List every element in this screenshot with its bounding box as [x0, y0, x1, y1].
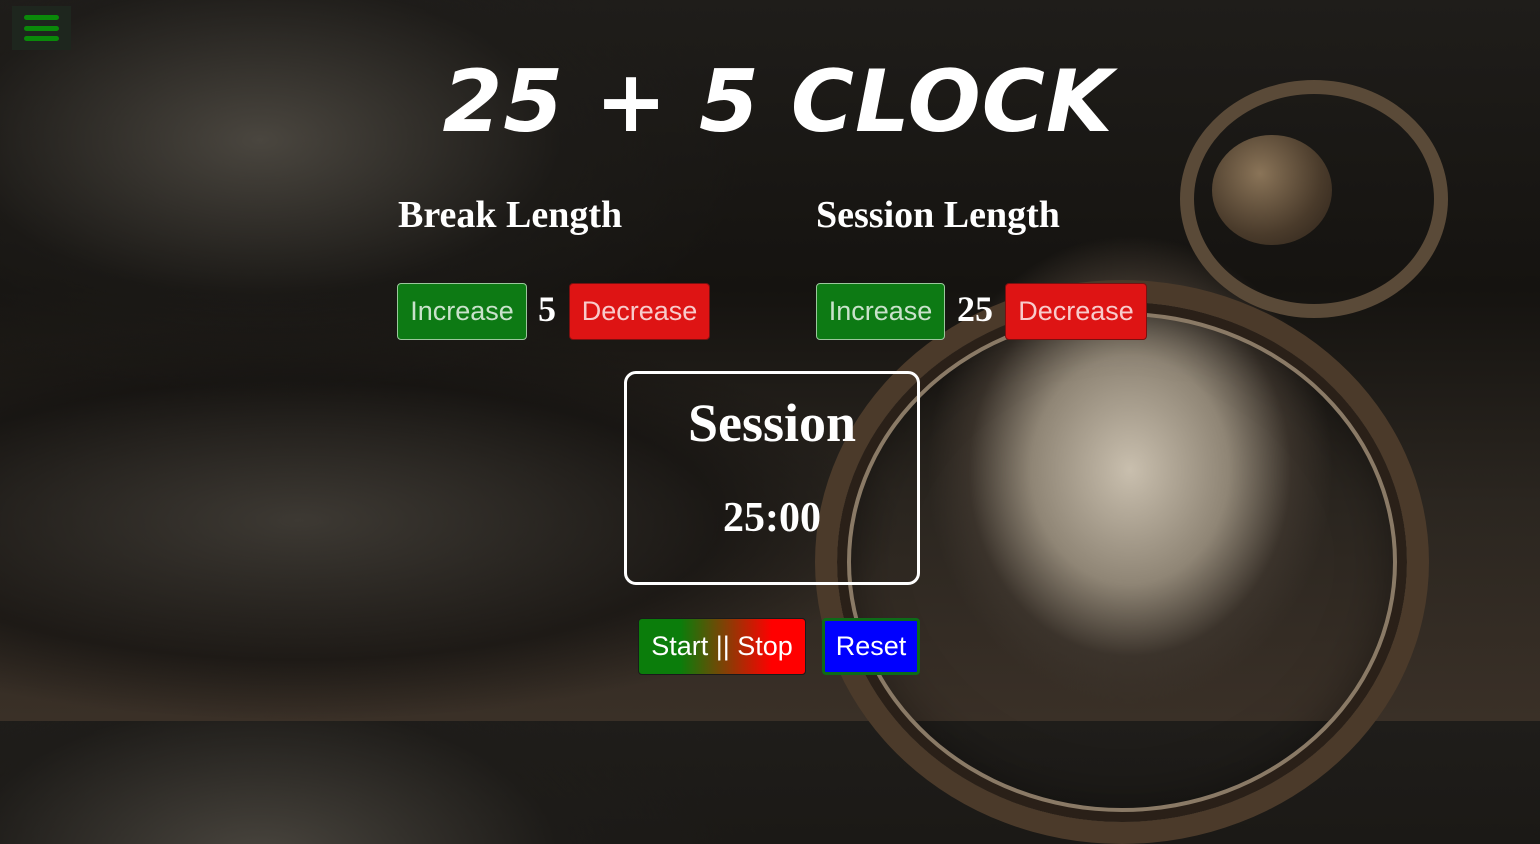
session-length-label: Session Length: [816, 194, 1060, 236]
timer-display: Session 25:00: [624, 371, 920, 585]
session-increment-button[interactable]: Increase: [816, 283, 945, 340]
hamburger-menu-icon[interactable]: [12, 6, 71, 50]
session-decrement-button[interactable]: Decrease: [1005, 283, 1147, 340]
break-decrement-button[interactable]: Decrease: [569, 283, 710, 340]
page-title: 25 + 5 CLOCK: [442, 52, 1114, 152]
menu-bar: [24, 15, 59, 20]
reset-button[interactable]: Reset: [822, 618, 920, 675]
start-stop-button[interactable]: Start || Stop: [638, 618, 806, 675]
menu-bar: [24, 36, 59, 41]
menu-bar: [24, 25, 59, 31]
break-length-label: Break Length: [398, 194, 623, 236]
timer-label: Session: [687, 393, 857, 453]
time-left: 25:00: [723, 495, 821, 541]
session-length-value: 25: [957, 289, 993, 329]
break-increment-button[interactable]: Increase: [397, 283, 527, 340]
break-length-value: 5: [538, 289, 556, 329]
